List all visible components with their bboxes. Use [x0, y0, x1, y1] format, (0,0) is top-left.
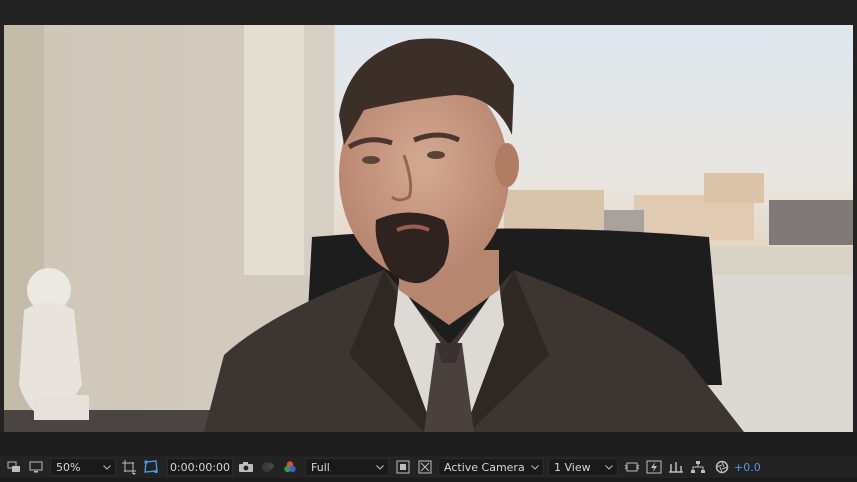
chevron-down-icon [103, 463, 111, 471]
timeline-icon[interactable] [667, 458, 685, 476]
timecode-value: 0:00:00:00 [169, 460, 231, 474]
region-of-interest-icon[interactable] [394, 458, 412, 476]
rgb-channels-icon[interactable] [281, 458, 299, 476]
fast-preview-icon[interactable] [645, 458, 663, 476]
viewer-toolbar: 50% 0:00:00:00 Full Active Camera 1 View [0, 456, 857, 478]
reset-exposure-icon[interactable] [713, 458, 731, 476]
chevron-down-icon [376, 463, 384, 471]
panel-header-strip [0, 0, 857, 25]
resolution-value: Full [311, 460, 330, 474]
view-layout-dropdown[interactable]: 1 View [548, 458, 618, 476]
viewer-gap [0, 432, 857, 456]
magnification-value: 50% [56, 460, 81, 474]
overlapping-windows-icon[interactable] [5, 458, 23, 476]
view-layout-value: 1 View [554, 460, 591, 474]
camera-view-dropdown[interactable]: Active Camera [438, 458, 544, 476]
show-snapshot-icon[interactable] [259, 458, 277, 476]
pixel-aspect-icon[interactable] [623, 458, 641, 476]
chevron-down-icon [531, 463, 539, 471]
monitor-icon[interactable] [27, 458, 45, 476]
current-time-display[interactable]: 0:00:00:00 [167, 458, 233, 476]
composition-viewer[interactable] [4, 25, 853, 432]
grid-guides-icon[interactable] [120, 458, 138, 476]
flowchart-icon[interactable] [689, 458, 707, 476]
chevron-down-icon [605, 463, 613, 471]
camera-view-value: Active Camera [444, 460, 525, 474]
checkerboard-icon[interactable] [416, 458, 434, 476]
composition-frame [4, 25, 853, 432]
resolution-dropdown[interactable]: Full [305, 458, 389, 476]
camera-icon[interactable] [237, 458, 255, 476]
mask-path-icon[interactable] [142, 458, 160, 476]
magnification-dropdown[interactable]: 50% [50, 458, 116, 476]
exposure-value[interactable]: +0.0 [734, 461, 761, 474]
panel-footer-strip [0, 478, 857, 482]
